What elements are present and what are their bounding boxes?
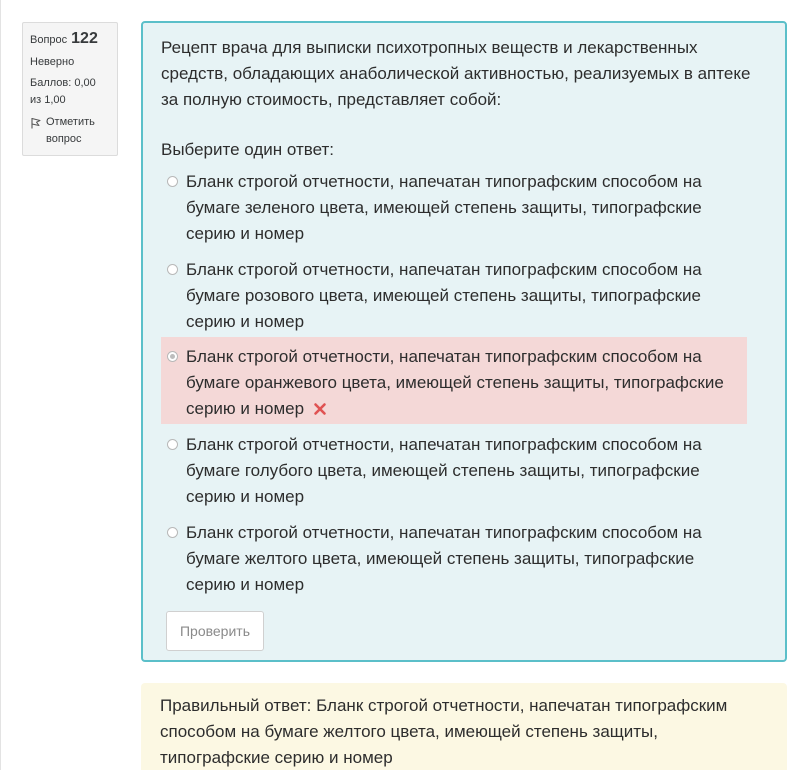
flag-icon <box>31 118 41 129</box>
correct-answer-text: Правильный ответ: Бланк строгой отчетнос… <box>160 696 728 767</box>
answer-option-1[interactable]: Бланк строгой отчетности, напечатан типо… <box>161 169 747 247</box>
answer-prompt: Выберите один ответ: <box>161 140 334 159</box>
question-info-panel: Вопрос 122 Неверно Баллов: 0,00 из 1,00 … <box>22 22 118 156</box>
answer-radio-2[interactable] <box>167 264 178 275</box>
check-button[interactable]: Проверить <box>166 611 264 651</box>
answer-option-5[interactable]: Бланк строгой отчетности, напечатан типо… <box>161 520 747 598</box>
question-grade: Баллов: 0,00 из 1,00 <box>30 77 96 106</box>
answer-label-4: Бланк строгой отчетности, напечатан типо… <box>186 435 702 506</box>
answer-label-2: Бланк строгой отчетности, напечатан типо… <box>186 260 702 331</box>
question-label: Вопрос <box>30 34 68 46</box>
answer-label-3: Бланк строгой отчетности, напечатан типо… <box>186 347 724 418</box>
question-state: Неверно <box>30 56 75 68</box>
answer-radio-1[interactable] <box>167 176 178 187</box>
answer-option-4[interactable]: Бланк строгой отчетности, напечатан типо… <box>161 432 747 510</box>
answer-label-1: Бланк строгой отчетности, напечатан типо… <box>186 172 702 243</box>
answer-radio-5[interactable] <box>167 527 178 538</box>
left-divider <box>0 0 1 770</box>
correct-answer-feedback: Правильный ответ: Бланк строгой отчетнос… <box>141 683 787 770</box>
answer-option-2[interactable]: Бланк строгой отчетности, напечатан типо… <box>161 257 747 335</box>
question-number-line: Вопрос 122 <box>30 30 110 50</box>
question-text: Рецепт врача для выписки психотропных ве… <box>161 38 751 109</box>
answer-radio-4[interactable] <box>167 439 178 450</box>
flag-question-label: Отметить вопрос <box>46 116 95 145</box>
quiz-review-page: Вопрос 122 Неверно Баллов: 0,00 из 1,00 … <box>0 0 805 770</box>
flag-question-link[interactable]: Отметить вопрос <box>30 114 110 148</box>
question-number: 122 <box>71 30 98 47</box>
cross-icon <box>313 403 326 415</box>
answer-label-5: Бланк строгой отчетности, напечатан типо… <box>186 523 702 594</box>
answer-option-3-incorrect[interactable]: Бланк строгой отчетности, напечатан типо… <box>161 337 747 424</box>
question-content: Рецепт врача для выписки психотропных ве… <box>141 21 787 662</box>
answer-radio-3-selected[interactable] <box>167 351 178 362</box>
